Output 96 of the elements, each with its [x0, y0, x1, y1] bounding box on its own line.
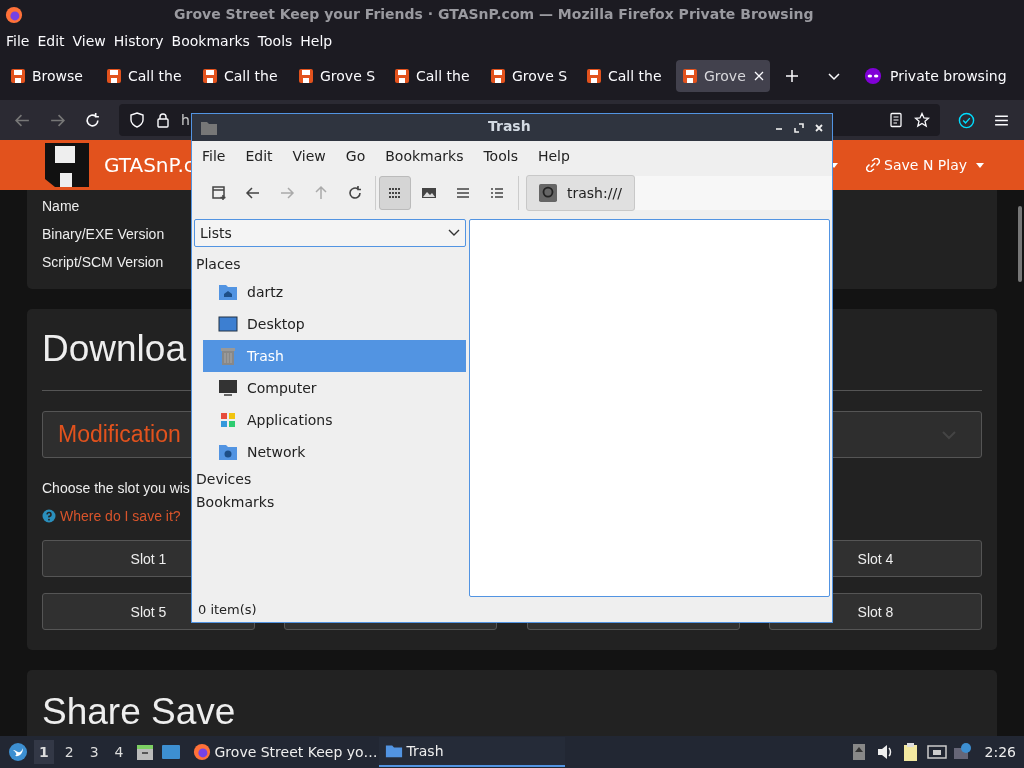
window-title: Grove Street Keep your Friends · GTASnP.com — Mozilla Firefox Private Browsing [174, 6, 814, 22]
network-folder-icon [218, 443, 238, 461]
menu-item[interactable]: Edit [33, 33, 69, 49]
browser-tab[interactable]: Grove S [292, 60, 386, 92]
browser-tab[interactable]: Grove [676, 60, 770, 92]
status-text: 0 item(s) [197, 601, 257, 619]
desktop-icon [218, 315, 238, 333]
menu-item[interactable]: Help [529, 148, 578, 164]
reader-icon[interactable] [888, 112, 904, 128]
site-name[interactable]: GTASnP.c [104, 153, 195, 177]
place-item[interactable]: Network [203, 436, 466, 468]
floppy-icon [490, 68, 506, 84]
menu-item[interactable]: Bookmarks [167, 33, 254, 49]
menu-item[interactable]: Tools [475, 148, 526, 164]
section-header[interactable]: Devices [194, 468, 466, 491]
floppy-icon [682, 68, 698, 84]
help-icon [42, 509, 56, 523]
workspace-button[interactable]: 3 [84, 740, 104, 764]
floppy-icon [202, 68, 218, 84]
trash-icon [218, 347, 238, 365]
reload-icon[interactable] [84, 111, 101, 129]
menu-item[interactable]: Bookmarks [377, 148, 472, 164]
workspace-button[interactable]: 4 [109, 740, 129, 764]
shield-icon [129, 112, 145, 128]
workspace-button[interactable]: 2 [59, 740, 79, 764]
place-item[interactable]: Computer [203, 372, 466, 404]
file-cabinet-icon[interactable] [134, 742, 155, 762]
browser-tab[interactable]: Call the [580, 60, 674, 92]
menu-item[interactable]: View [68, 33, 110, 49]
browser-tab[interactable]: Call the [196, 60, 290, 92]
nav-link[interactable]: Save N Play [866, 157, 984, 173]
maximize-icon[interactable] [794, 122, 804, 133]
browser-tab[interactable]: Grove S [484, 60, 578, 92]
taskbar-task[interactable]: Trash [378, 737, 565, 767]
browser-tab[interactable]: Call the [388, 60, 482, 92]
section-header[interactable]: Bookmarks [194, 491, 466, 514]
location-button[interactable]: trash:/// [526, 175, 635, 211]
floppy-icon [106, 68, 122, 84]
window-title: Trash [488, 118, 531, 134]
plus-icon[interactable] [784, 68, 800, 84]
menu-item[interactable]: File [194, 148, 234, 164]
desktop-icon[interactable] [160, 742, 181, 762]
section-header[interactable]: Places [194, 253, 466, 276]
section-heading: Share Save [42, 690, 236, 734]
image-icon [421, 185, 437, 201]
folder-icon [200, 119, 218, 136]
applications-icon [218, 411, 238, 429]
chevron-down-icon [448, 229, 460, 237]
floppy-icon [586, 68, 602, 84]
home-folder-icon [218, 283, 238, 301]
workspace-button[interactable]: 1 [34, 740, 54, 764]
menu-item[interactable]: History [109, 33, 168, 49]
side-pane-dropdown[interactable]: Lists [194, 219, 466, 247]
link-icon [866, 158, 881, 172]
floppy-icon [394, 68, 410, 84]
check-circle-icon[interactable] [958, 111, 975, 129]
menu-item[interactable]: Go [337, 148, 374, 164]
menu-item[interactable]: Help [296, 33, 337, 49]
network-icon[interactable] [926, 742, 947, 762]
floppy-icon [298, 68, 314, 84]
monitor-icon [218, 379, 238, 397]
caret-icon [976, 162, 984, 168]
firefox-icon [192, 743, 211, 761]
bird-icon[interactable] [8, 742, 28, 762]
list-icon [489, 185, 505, 201]
menu-item[interactable]: Tools [253, 33, 297, 49]
lines-icon [455, 185, 471, 201]
info-label: Script/SCM Version [42, 253, 164, 272]
scrollbar-thumb[interactable] [1018, 206, 1022, 282]
menu-item[interactable]: File [2, 33, 34, 49]
place-item[interactable]: Applications [203, 404, 466, 436]
close-icon[interactable] [814, 122, 824, 133]
help-link[interactable]: Where do I save it? [60, 508, 181, 524]
panel-title: Modification [58, 421, 181, 448]
star-icon[interactable] [914, 112, 930, 128]
private-browsing-label: Private browsing [890, 68, 1007, 84]
clock: 2:26 [984, 744, 1016, 760]
mask-icon [864, 67, 882, 85]
search-icon [539, 184, 557, 202]
notification-icon[interactable] [952, 742, 973, 762]
firefox-icon [5, 6, 23, 24]
menu-item[interactable]: Edit [237, 148, 281, 164]
place-item[interactable]: dartz [203, 276, 466, 308]
floppy-logo-icon[interactable] [45, 143, 89, 187]
menu-item[interactable]: View [284, 148, 334, 164]
section-heading: Downloa [42, 327, 186, 371]
icons-view-button[interactable] [379, 176, 411, 210]
lock-icon [155, 112, 171, 128]
place-item[interactable]: Desktop [203, 308, 466, 340]
grid-icon [387, 185, 403, 201]
browser-tab[interactable]: Call the [100, 60, 194, 92]
info-label: Binary/EXE Version [42, 225, 165, 244]
floppy-icon [10, 68, 26, 84]
instruction-text: Choose the slot you wis [42, 480, 190, 496]
browser-tab[interactable]: Browse [4, 60, 98, 92]
info-label: Name [42, 197, 80, 216]
